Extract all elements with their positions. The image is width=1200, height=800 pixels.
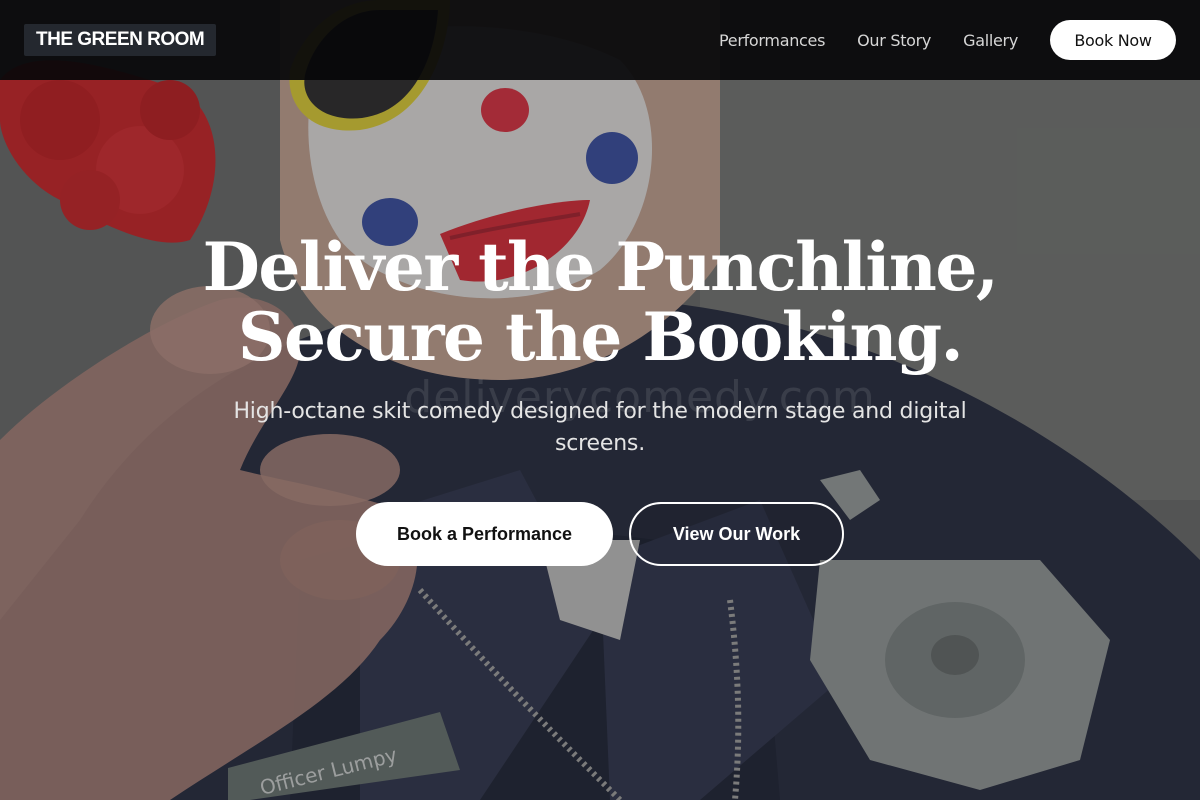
view-our-work-button[interactable]: View Our Work [629,502,844,566]
hero-headline: Deliver the Punchline, Secure the Bookin… [202,228,999,376]
nav-link-our-story[interactable]: Our Story [857,31,931,50]
top-navbar: THE GREEN ROOM Performances Our Story Ga… [0,0,1200,80]
nav-link-performances[interactable]: Performances [719,31,825,50]
hero-actions: Book a Performance View Our Work [356,502,844,566]
nav-menu: Performances Our Story Gallery Book Now [719,20,1176,60]
hero-headline-line1: Deliver the Punchline, [202,228,999,306]
nav-link-gallery[interactable]: Gallery [963,31,1018,50]
hero-subheadline: High-octane skit comedy designed for the… [233,399,967,456]
book-now-button[interactable]: Book Now [1050,20,1176,60]
hero-content: Deliver the Punchline, Secure the Bookin… [0,232,1200,566]
book-performance-button[interactable]: Book a Performance [356,502,613,566]
hero-headline-line2: Secure the Booking. [237,298,964,376]
brand-logo[interactable]: THE GREEN ROOM [24,24,217,56]
